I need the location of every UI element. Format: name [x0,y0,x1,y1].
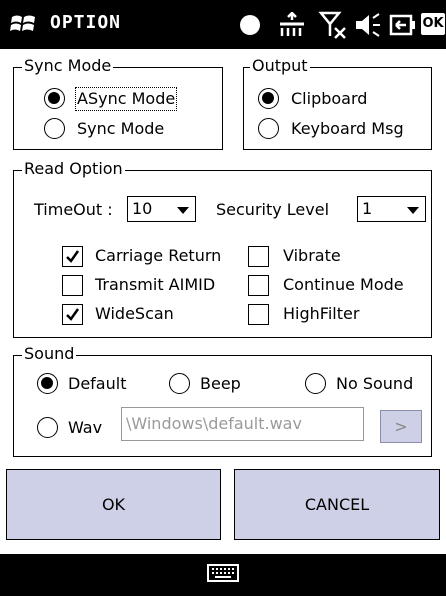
browse-button[interactable]: > [380,410,422,443]
volume-icon[interactable] [352,11,382,39]
security-level-value: 1 [362,199,373,218]
title-bar: OPTION OK [0,0,446,49]
ok-button[interactable]: OK [6,469,221,540]
output-legend: Output [250,56,310,75]
sound-legend: Sound [22,344,77,363]
battery-icon[interactable] [388,12,416,38]
cancel-button-label: CANCEL [304,495,370,514]
browse-button-label: > [394,417,408,436]
checkmark-icon [66,308,80,321]
default-sound-label[interactable]: Default [68,374,126,394]
cancel-button[interactable]: CANCEL [234,469,440,540]
timeout-value: 10 [132,199,153,218]
keyboard-msg-label[interactable]: Keyboard Msg [291,119,404,139]
start-menu-icon[interactable] [10,11,38,37]
checkmark-icon [66,250,80,263]
wav-path-field[interactable]: \Windows\default.wav [121,407,364,441]
bottom-bar [0,554,446,596]
wav-path-value: \Windows\default.wav [126,414,302,433]
widescan-checkbox[interactable] [62,304,83,325]
sound-group [13,355,432,457]
keyboard-icon[interactable] [207,564,239,584]
async-mode-label[interactable]: ASync Mode [74,87,178,111]
read-option-legend: Read Option [22,159,125,178]
highfilter-checkbox[interactable] [248,304,269,325]
wav-radio[interactable] [37,417,58,438]
ok-button-label: OK [101,495,126,514]
signal-off-icon[interactable] [318,10,348,40]
chevron-down-icon [407,207,419,214]
security-level-label: Security Level [216,200,330,219]
vibrate-label[interactable]: Vibrate [283,246,341,266]
async-mode-radio[interactable] [44,88,65,109]
widescan-label[interactable]: WideScan [95,304,174,324]
highfilter-label[interactable]: HighFilter [283,304,359,324]
beep-radio[interactable] [169,373,190,394]
sync-mode-radio[interactable] [44,118,65,139]
no-sound-radio[interactable] [305,373,326,394]
connectivity-icon[interactable] [278,12,306,38]
carriage-return-checkbox[interactable] [62,246,83,267]
sync-mode-legend: Sync Mode [22,56,114,75]
sync-mode-label[interactable]: Sync Mode [77,119,164,139]
timeout-label: TimeOut : [34,200,113,219]
ok-icon-text: OK [422,16,444,31]
transmit-aimid-checkbox[interactable] [62,275,83,296]
window-title: OPTION [50,12,122,33]
timeout-select[interactable]: 10 [127,196,196,222]
no-sound-label[interactable]: No Sound [336,374,413,394]
ok-icon[interactable]: OK [421,13,445,35]
beep-label[interactable]: Beep [200,374,241,394]
continue-mode-label[interactable]: Continue Mode [283,275,404,295]
clipboard-radio[interactable] [258,88,279,109]
security-level-select[interactable]: 1 [357,196,426,222]
carriage-return-label[interactable]: Carriage Return [95,246,221,266]
wav-label[interactable]: Wav [68,418,102,438]
notification-icon[interactable] [238,13,262,37]
keyboard-msg-radio[interactable] [258,118,279,139]
clipboard-label[interactable]: Clipboard [291,89,367,109]
transmit-aimid-label[interactable]: Transmit AIMID [95,275,215,295]
continue-mode-checkbox[interactable] [248,275,269,296]
default-sound-radio[interactable] [37,373,58,394]
chevron-down-icon [177,207,189,214]
vibrate-checkbox[interactable] [248,246,269,267]
